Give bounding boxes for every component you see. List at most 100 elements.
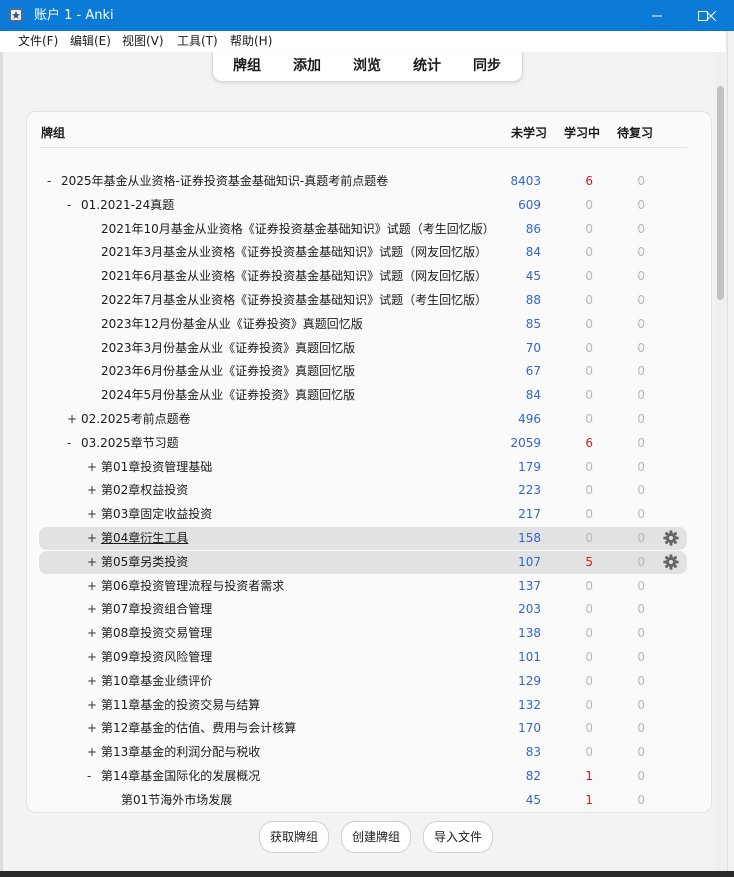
toolbar-add[interactable]: 添加 [293, 52, 321, 81]
expand-toggle[interactable]: + [87, 456, 97, 479]
toolbar-sync[interactable]: 同步 [473, 52, 501, 81]
deck-row[interactable]: -2025年基金从业资格-证券投资基金基础知识-真题考前点题卷 8403 6 0 [27, 170, 711, 193]
deck-row[interactable]: + 第07章投资组合管理 203 0 0 [27, 598, 711, 621]
deck-name-link[interactable]: 第01节海外市场发展 [121, 789, 232, 812]
deck-name-link[interactable]: 第14章基金国际化的发展概况 [101, 765, 260, 788]
deck-row[interactable]: + 第05章另类投资 107 5 0 [39, 550, 687, 574]
deck-name-link[interactable]: 第08章投资交易管理 [101, 622, 212, 645]
due-count: 0 [637, 293, 645, 307]
deck-row[interactable]: 2024年5月份基金从业《证券投资》真题回忆版 84 0 0 [27, 384, 711, 407]
collapse-toggle[interactable]: - [47, 170, 51, 193]
deck-name-link[interactable]: 01.2021-24真题 [81, 194, 174, 217]
close-button[interactable] [688, 0, 734, 31]
collapse-toggle[interactable]: - [67, 194, 71, 217]
expand-toggle[interactable]: + [67, 408, 77, 431]
menu-edit[interactable]: 编辑(E) [70, 31, 111, 51]
column-header-due: 待复习 [617, 126, 654, 140]
deck-name-link[interactable]: 第11章基金的投资交易与结算 [101, 694, 260, 717]
collapse-toggle[interactable]: - [87, 765, 91, 788]
toolbar-decks[interactable]: 牌组 [233, 52, 261, 81]
deck-row[interactable]: + 第08章投资交易管理 138 0 0 [27, 622, 711, 645]
deck-name-link[interactable]: 2023年12月份基金从业《证券投资》真题回忆版 [101, 313, 363, 336]
learn-count: 0 [585, 721, 593, 736]
deck-name-link[interactable]: 2021年6月基金从业资格《证券投资基金基础知识》试题（网友回忆版） [101, 265, 487, 288]
import-file-button[interactable]: 导入文件 [423, 821, 493, 853]
deck-name-link[interactable]: 第02章权益投资 [101, 479, 188, 502]
create-deck-button[interactable]: 创建牌组 [341, 821, 411, 853]
deck-row[interactable]: 2023年3月份基金从业《证券投资》真题回忆版 70 0 0 [27, 337, 711, 360]
deck-row[interactable]: + 第03章固定收益投资 217 0 0 [27, 503, 711, 526]
deck-name-link[interactable]: 03.2025章节习题 [81, 432, 179, 455]
expand-toggle[interactable]: + [87, 670, 97, 693]
expand-toggle[interactable]: + [87, 527, 97, 550]
deck-row[interactable]: 2021年6月基金从业资格《证券投资基金基础知识》试题（网友回忆版） 45 0 0 [27, 265, 711, 288]
deck-name-link[interactable]: 2023年3月份基金从业《证券投资》真题回忆版 [101, 337, 355, 360]
deck-name-link[interactable]: 2022年7月基金从业资格《证券投资基金基础知识》试题（考生回忆版） [101, 289, 487, 312]
deck-row[interactable]: 2022年7月基金从业资格《证券投资基金基础知识》试题（考生回忆版） 88 0 0 [27, 289, 711, 312]
expand-toggle[interactable]: + [87, 575, 97, 598]
expand-toggle[interactable]: + [87, 717, 97, 740]
get-shared-button[interactable]: 获取牌组 [259, 821, 329, 853]
new-count: 496 [518, 412, 541, 426]
menu-view[interactable]: 视图(V) [122, 31, 164, 51]
deck-name-link[interactable]: 第09章投资风险管理 [101, 646, 212, 669]
deck-name-link[interactable]: 2025年基金从业资格-证券投资基金基础知识-真题考前点题卷 [61, 170, 388, 193]
deck-name-link[interactable]: 第06章投资管理流程与投资者需求 [101, 575, 284, 598]
deck-row[interactable]: + 第12章基金的估值、费用与会计核算 170 0 0 [27, 717, 711, 740]
expand-toggle[interactable]: + [87, 741, 97, 764]
deck-row[interactable]: + 第10章基金业绩评价 129 0 0 [27, 670, 711, 693]
deck-row[interactable]: 2021年10月基金从业资格《证券投资基金基础知识》试题（考生回忆版） 86 0 0 [27, 218, 711, 241]
deck-row[interactable]: -01.2021-24真题 609 0 0 [27, 194, 711, 217]
deck-row[interactable]: -03.2025章节习题 2059 6 0 [27, 432, 711, 455]
expand-toggle[interactable]: + [87, 694, 97, 717]
learn-count: 0 [585, 316, 593, 331]
deck-row[interactable]: 2023年6月份基金从业《证券投资》真题回忆版 67 0 0 [27, 360, 711, 383]
deck-name-link[interactable]: 第13章基金的利润分配与税收 [101, 741, 260, 764]
learn-count: 0 [585, 745, 593, 760]
deck-row[interactable]: 第01节海外市场发展 45 1 0 [27, 789, 711, 812]
learn-count: 0 [585, 293, 593, 307]
deck-row[interactable]: + 第02章权益投资 223 0 0 [27, 479, 711, 502]
deck-name-link[interactable]: 第05章另类投资 [101, 551, 188, 574]
collapse-toggle[interactable]: - [67, 432, 71, 455]
vertical-scrollbar[interactable] [715, 52, 727, 874]
due-count: 0 [637, 245, 645, 260]
deck-row[interactable]: 2021年3月基金从业资格《证券投资基金基础知识》试题（网友回忆版） 84 0 0 [27, 241, 711, 264]
expand-toggle[interactable]: + [87, 646, 97, 669]
expand-toggle[interactable]: + [87, 551, 97, 574]
due-count: 0 [637, 435, 645, 450]
deck-row[interactable]: + 第09章投资风险管理 101 0 0 [27, 646, 711, 669]
deck-row[interactable]: + 第06章投资管理流程与投资者需求 137 0 0 [27, 575, 711, 598]
deck-row[interactable]: 2023年12月份基金从业《证券投资》真题回忆版 85 0 0 [27, 313, 711, 336]
deck-name-link[interactable]: 2021年10月基金从业资格《证券投资基金基础知识》试题（考生回忆版） [101, 218, 495, 241]
deck-name-link[interactable]: 2024年5月份基金从业《证券投资》真题回忆版 [101, 384, 355, 407]
expand-toggle[interactable]: + [87, 622, 97, 645]
deck-row[interactable]: + 第01章投资管理基础 179 0 0 [27, 456, 711, 479]
menu-file[interactable]: 文件(F) [18, 31, 58, 51]
deck-row[interactable]: + 第11章基金的投资交易与结算 132 0 0 [27, 694, 711, 717]
deck-name-link[interactable]: 第04章衍生工具 [101, 527, 188, 550]
deck-name-link[interactable]: 2023年6月份基金从业《证券投资》真题回忆版 [101, 360, 355, 383]
learn-count: 0 [585, 364, 593, 379]
gear-icon[interactable] [663, 530, 679, 546]
expand-toggle[interactable]: + [87, 598, 97, 621]
menu-help[interactable]: 帮助(H) [230, 31, 272, 51]
deck-name-link[interactable]: 第12章基金的估值、费用与会计核算 [101, 717, 296, 740]
expand-toggle[interactable]: + [87, 503, 97, 526]
deck-name-link[interactable]: 第03章固定收益投资 [101, 503, 212, 526]
deck-row[interactable]: + 第13章基金的利润分配与税收 83 0 0 [27, 741, 711, 764]
deck-name-link[interactable]: 02.2025考前点题卷 [81, 408, 191, 431]
gear-icon[interactable] [663, 554, 679, 570]
deck-row[interactable]: +02.2025考前点题卷 496 0 0 [27, 408, 711, 431]
deck-row[interactable]: + 第04章衍生工具 158 0 0 [39, 527, 687, 550]
scrollbar-thumb[interactable] [717, 86, 724, 300]
menu-tools[interactable]: 工具(T) [177, 31, 218, 51]
deck-name-link[interactable]: 2021年3月基金从业资格《证券投资基金基础知识》试题（网友回忆版） [101, 241, 487, 264]
deck-name-link[interactable]: 第01章投资管理基础 [101, 456, 212, 479]
deck-name-link[interactable]: 第10章基金业绩评价 [101, 670, 212, 693]
expand-toggle[interactable]: + [87, 479, 97, 502]
deck-row[interactable]: - 第14章基金国际化的发展概况 82 1 0 [27, 765, 711, 788]
deck-name-link[interactable]: 第07章投资组合管理 [101, 598, 212, 621]
toolbar-browse[interactable]: 浏览 [353, 52, 381, 81]
toolbar-stats[interactable]: 统计 [413, 52, 441, 81]
